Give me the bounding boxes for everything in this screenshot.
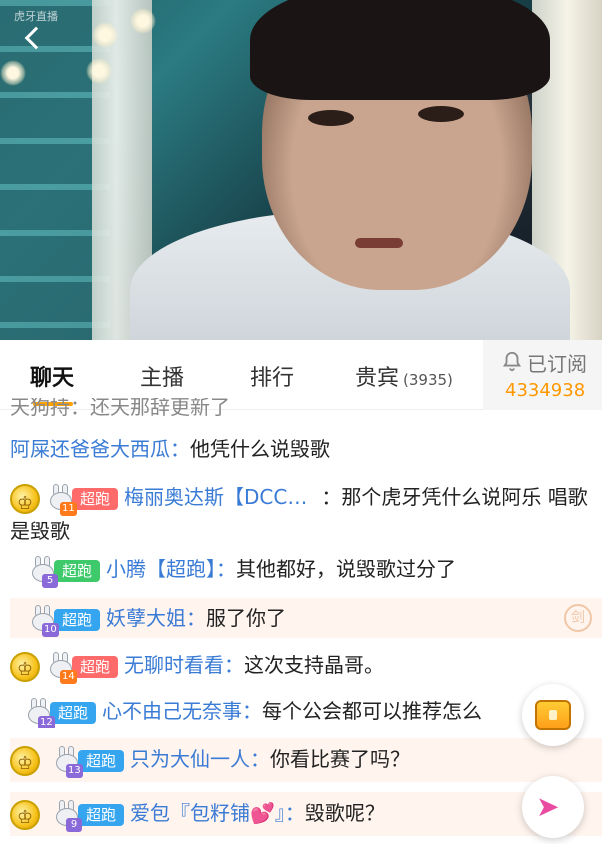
vip-count: (3935) bbox=[403, 371, 453, 389]
chat-message: 天狗持：还天那辞更新了 bbox=[10, 398, 230, 419]
streamer-eye bbox=[308, 110, 354, 126]
background-lamp bbox=[86, 58, 112, 84]
chat-nickname[interactable]: 无聊时看看： bbox=[124, 653, 244, 677]
chat-nickname[interactable]: 只为大仙一人： bbox=[130, 747, 270, 771]
chat-text: 这次支持晶哥。 bbox=[244, 653, 385, 677]
tab-anchor[interactable]: 主播 bbox=[140, 360, 184, 392]
chat-text: 你看比赛了吗？ bbox=[270, 747, 411, 771]
chat-list[interactable]: 天狗持：还天那辞更新了 阿屎还爸爸大西瓜：他凭什么说毁歌 11超跑梅丽奥达斯【D… bbox=[0, 398, 602, 844]
supercar-tag: 超跑 bbox=[54, 608, 101, 631]
treasure-chest-button[interactable] bbox=[522, 684, 584, 746]
video-player[interactable]: 虎牙直播 bbox=[0, 0, 602, 340]
chat-nickname[interactable]: 爱包『包籽铺💕』： bbox=[130, 801, 305, 825]
chat-nickname[interactable]: 妖孽大姐： bbox=[106, 606, 206, 630]
tab-chat[interactable]: 聊天 bbox=[30, 360, 74, 392]
background-lamp bbox=[0, 60, 26, 86]
streamer-hair bbox=[250, 0, 550, 100]
rocket-gift-button[interactable]: ➤ bbox=[522, 776, 584, 838]
sword-badge-icon: 剑 bbox=[564, 604, 592, 632]
chevron-left-icon bbox=[24, 26, 48, 50]
chat-message: 5 超跑 小腾【超跑】：其他都好，说毁歌过分了 bbox=[10, 554, 590, 588]
chat-text: 毁歌呢？ bbox=[304, 801, 385, 825]
chat-text: 服了你了 bbox=[206, 606, 287, 630]
supercar-tag: 超跑 bbox=[72, 655, 119, 678]
supercar-tag: 超跑 bbox=[54, 559, 101, 582]
crown-icon bbox=[10, 483, 40, 521]
back-button[interactable] bbox=[22, 24, 50, 54]
chat-nickname[interactable]: 小腾【超跑】： bbox=[106, 557, 236, 581]
bunny-level-icon: 9 bbox=[52, 799, 82, 832]
chat-message-highlighted: 9超跑爱包『包籽铺💕』：毁歌呢？ bbox=[10, 792, 602, 836]
background-lamp bbox=[130, 8, 156, 34]
chat-text: 其他都好，说毁歌过分了 bbox=[236, 557, 457, 581]
bunny-level-icon: 11 bbox=[46, 483, 77, 516]
bunny-level-icon: 14 bbox=[46, 651, 77, 684]
tab-ranking[interactable]: 排行 bbox=[250, 360, 294, 392]
bunny-level-icon: 10 bbox=[28, 604, 59, 637]
platform-watermark: 虎牙直播 bbox=[14, 10, 58, 23]
supercar-tag: 超跑 bbox=[78, 803, 125, 826]
chat-nickname[interactable]: 心不由己无奈事： bbox=[102, 699, 262, 723]
background-lamp bbox=[92, 22, 118, 48]
bunny-level-icon: 12 bbox=[24, 697, 55, 728]
bunny-level-icon: 5 bbox=[28, 555, 58, 588]
chat-message: 阿屎还爸爸大西瓜：他凭什么说毁歌 bbox=[10, 434, 590, 464]
tab-vip[interactable]: 贵宾 (3935) bbox=[355, 360, 453, 392]
streamer-mouth bbox=[355, 238, 403, 248]
rocket-icon: ➤ bbox=[536, 790, 560, 823]
crown-icon bbox=[10, 745, 40, 779]
supercar-tag: 超跑 bbox=[72, 487, 119, 510]
streamer-eye bbox=[418, 106, 464, 122]
supercar-tag: 超跑 bbox=[78, 749, 125, 772]
chat-nickname[interactable]: 梅丽奥达斯【DCC… bbox=[124, 485, 307, 509]
chat-message: 12 超跑 心不由己无奈事：每个公会都可以推荐怎么 bbox=[10, 696, 520, 728]
supercar-tag: 超跑 bbox=[50, 701, 97, 724]
subscribe-label: 已订阅 bbox=[527, 352, 587, 376]
bunny-level-icon: 13 bbox=[52, 745, 83, 778]
crown-icon bbox=[10, 799, 40, 833]
bell-icon bbox=[502, 351, 522, 372]
chat-message: 11超跑梅丽奥达斯【DCC…：那个虎牙凭什么说阿乐 唱歌是毁歌 bbox=[10, 480, 590, 548]
chat-text: 他凭什么说毁歌 bbox=[190, 437, 330, 461]
crown-icon bbox=[10, 651, 40, 685]
chat-message-highlighted: 10 超跑 妖孽大姐：服了你了 剑 bbox=[10, 598, 602, 638]
chat-text: 每个公会都可以推荐怎么 bbox=[262, 699, 483, 723]
chat-message-highlighted: 13超跑只为大仙一人：你看比赛了吗？ bbox=[10, 738, 602, 782]
treasure-chest-icon bbox=[535, 700, 571, 730]
chat-nickname[interactable]: 阿屎还爸爸大西瓜： bbox=[10, 437, 190, 461]
chat-message: 14超跑无聊时看看：这次支持晶哥。 bbox=[10, 650, 590, 685]
